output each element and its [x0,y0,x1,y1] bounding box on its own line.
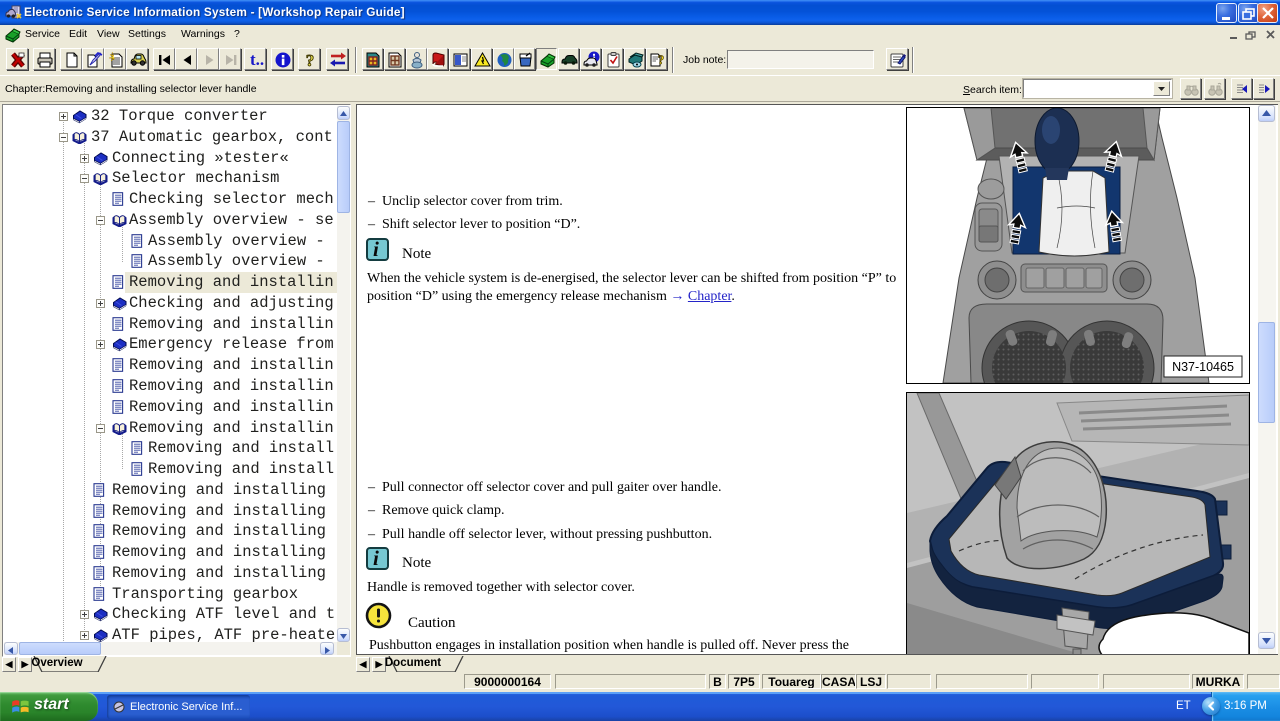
svg-text:?: ? [306,51,315,69]
svg-text:?: ? [658,52,665,67]
svg-text:t..: t.. [250,51,264,69]
svg-text:N37-10465: N37-10465 [1172,360,1234,374]
